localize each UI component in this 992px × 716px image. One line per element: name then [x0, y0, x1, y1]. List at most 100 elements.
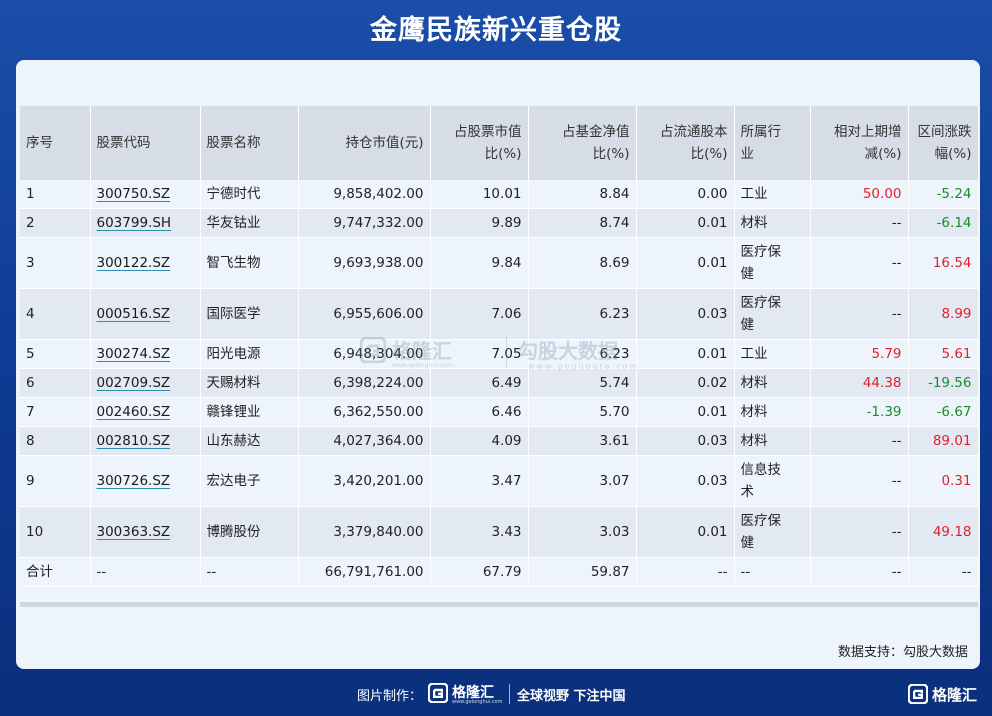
cell-industry: 工业 [734, 180, 811, 209]
stock-code-link[interactable]: 300274.SZ [97, 346, 171, 362]
cell-stock-pct: 7.06 [430, 288, 529, 340]
table-row: 4 000516.SZ 国际医学 6,955,606.00 7.06 6.23 … [20, 288, 979, 340]
cell-stock-pct: 3.47 [430, 455, 529, 507]
cell-no: 6 [20, 368, 91, 398]
cell-name: 天赐材料 [200, 368, 299, 398]
total-float-pct: -- [636, 557, 735, 587]
cell-range: 5.61 [908, 339, 979, 369]
cell-value: 9,747,332.00 [298, 208, 431, 238]
cell-code[interactable]: 300274.SZ [90, 339, 201, 369]
cell-nav-pct: 6.23 [528, 339, 637, 369]
cell-no: 4 [20, 288, 91, 340]
total-label: 合计 [20, 557, 91, 587]
cell-industry: 材料 [734, 208, 811, 238]
table-row: 5 300274.SZ 阳光电源 6,948,304.00 7.05 6.23 … [20, 339, 979, 369]
stock-code-link[interactable]: 002810.SZ [97, 433, 171, 449]
cell-code[interactable]: 300726.SZ [90, 455, 201, 507]
cell-name: 赣锋锂业 [200, 397, 299, 427]
cell-value: 6,948,304.00 [298, 339, 431, 369]
header-industry: 所属行业 [734, 106, 811, 180]
cell-name: 国际医学 [200, 288, 299, 340]
cell-industry: 工业 [734, 339, 811, 369]
cell-code[interactable]: 002810.SZ [90, 426, 201, 456]
cell-code[interactable]: 300363.SZ [90, 506, 201, 558]
cell-range: 16.54 [908, 237, 979, 289]
cell-no: 5 [20, 339, 91, 369]
cell-change: -- [810, 455, 909, 507]
cell-name: 山东赫达 [200, 426, 299, 456]
stock-code-link[interactable]: 300726.SZ [97, 473, 171, 489]
total-code: -- [90, 557, 201, 587]
cell-value: 6,955,606.00 [298, 288, 431, 340]
stock-code-link[interactable]: 300122.SZ [97, 255, 171, 271]
cell-value: 3,420,201.00 [298, 455, 431, 507]
footer-slogan: 全球视野 下注中国 [517, 689, 626, 704]
cell-range: 49.18 [908, 506, 979, 558]
cell-no: 8 [20, 426, 91, 456]
stock-code-link[interactable]: 002709.SZ [97, 375, 171, 391]
cell-float-pct: 0.03 [636, 455, 735, 507]
cell-no: 1 [20, 180, 91, 209]
cell-change: -- [810, 426, 909, 456]
table-row: 1 300750.SZ 宁德时代 9,858,402.00 10.01 8.84… [20, 180, 979, 209]
stock-code-link[interactable]: 002460.SZ [97, 404, 171, 420]
cell-value: 4,027,364.00 [298, 426, 431, 456]
header-value: 持仓市值(元) [298, 106, 431, 180]
cell-code[interactable]: 002460.SZ [90, 397, 201, 427]
cell-industry: 材料 [734, 426, 811, 456]
cell-nav-pct: 3.03 [528, 506, 637, 558]
cell-change: -- [810, 237, 909, 289]
cell-nav-pct: 5.70 [528, 397, 637, 427]
cell-range: -6.67 [908, 397, 979, 427]
cell-float-pct: 0.01 [636, 397, 735, 427]
table-row: 2 603799.SH 华友钴业 9,747,332.00 9.89 8.74 … [20, 208, 979, 238]
cell-nav-pct: 3.07 [528, 455, 637, 507]
cell-no: 9 [20, 455, 91, 507]
cell-name: 华友钴业 [200, 208, 299, 238]
header-stock-pct: 占股票市值 比(%) [430, 106, 529, 180]
cell-nav-pct: 8.69 [528, 237, 637, 289]
cell-nav-pct: 8.84 [528, 180, 637, 209]
cell-range: 0.31 [908, 455, 979, 507]
header-name: 股票名称 [200, 106, 299, 180]
total-range: -- [908, 557, 979, 587]
cell-float-pct: 0.02 [636, 368, 735, 398]
cell-float-pct: 0.03 [636, 426, 735, 456]
cell-no: 3 [20, 237, 91, 289]
cell-name: 宁德时代 [200, 180, 299, 209]
table-row: 3 300122.SZ 智飞生物 9,693,938.00 9.84 8.69 … [20, 237, 979, 289]
cell-no: 2 [20, 208, 91, 238]
stock-code-link[interactable]: 603799.SH [97, 215, 172, 231]
table-row: 7 002460.SZ 赣锋锂业 6,362,550.00 6.46 5.70 … [20, 397, 979, 427]
total-row: 合计 -- -- 66,791,761.00 67.79 59.87 -- --… [20, 557, 979, 587]
cell-industry: 医疗保健 [734, 237, 811, 289]
cell-code[interactable]: 002709.SZ [90, 368, 201, 398]
cell-stock-pct: 9.84 [430, 237, 529, 289]
cell-code[interactable]: 000516.SZ [90, 288, 201, 340]
cell-float-pct: 0.00 [636, 180, 735, 209]
total-name: -- [200, 557, 299, 587]
cell-name: 宏达电子 [200, 455, 299, 507]
cell-industry: 医疗保健 [734, 506, 811, 558]
total-stock-pct: 67.79 [430, 557, 529, 587]
cell-value: 3,379,840.00 [298, 506, 431, 558]
cell-code[interactable]: 300750.SZ [90, 180, 201, 209]
made-by-label: 图片制作： [357, 689, 423, 704]
stock-code-link[interactable]: 000516.SZ [97, 306, 171, 322]
cell-name: 智飞生物 [200, 237, 299, 289]
cell-code[interactable]: 603799.SH [90, 208, 201, 238]
corner-brand-logo: 格隆汇 [908, 682, 988, 706]
cell-change: -- [810, 208, 909, 238]
stock-code-link[interactable]: 300363.SZ [97, 524, 171, 540]
cell-range: -6.14 [908, 208, 979, 238]
cell-stock-pct: 10.01 [430, 180, 529, 209]
cell-change: 5.79 [810, 339, 909, 369]
stock-code-link[interactable]: 300750.SZ [97, 186, 171, 202]
cell-range: -19.56 [908, 368, 979, 398]
cell-stock-pct: 4.09 [430, 426, 529, 456]
cell-value: 6,362,550.00 [298, 397, 431, 427]
page-title: 金鹰民族新兴重仓股 [370, 15, 622, 46]
cell-code[interactable]: 300122.SZ [90, 237, 201, 289]
cell-nav-pct: 8.74 [528, 208, 637, 238]
data-source-note: 数据支持：勾股大数据 [837, 645, 968, 660]
